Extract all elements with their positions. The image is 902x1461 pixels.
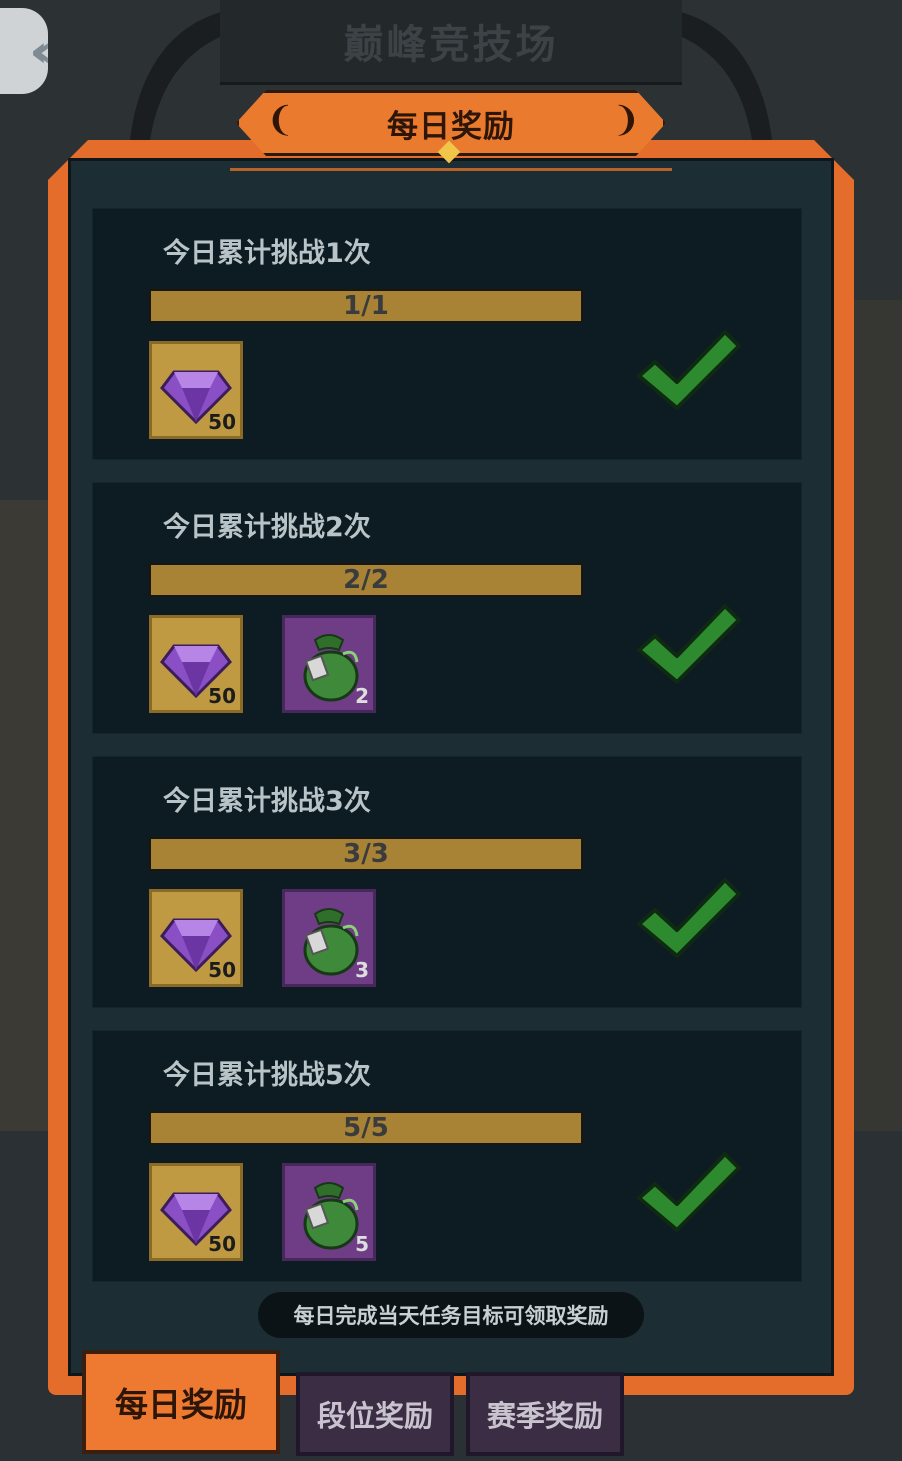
checkmark-icon	[637, 330, 741, 410]
checkmark-icon	[637, 878, 741, 958]
progress-text: 3/3	[343, 839, 389, 869]
chevron-left-icon: ‹‹	[29, 25, 53, 77]
checkmark-icon	[637, 604, 741, 684]
task-card: 今日累计挑战3次 3/3 50 3	[92, 756, 802, 1008]
ribbon-title: 每日奖励	[387, 108, 515, 145]
task-card: 今日累计挑战1次 1/1 50	[92, 208, 802, 460]
ribbon-divider	[230, 168, 672, 171]
reward-quantity: 3	[355, 958, 369, 982]
reward-item[interactable]: 50	[149, 1163, 243, 1261]
task-title: 今日累计挑战5次	[163, 1060, 371, 1091]
tab-rank-rewards[interactable]: 段位奖励	[296, 1372, 454, 1456]
checkmark-icon	[637, 1152, 741, 1232]
tab-daily-rewards[interactable]: 每日奖励	[82, 1350, 280, 1454]
task-title: 今日累计挑战2次	[163, 512, 371, 543]
task-progress-bar: 3/3	[149, 837, 583, 871]
reward-quantity: 5	[355, 1232, 369, 1256]
reward-item[interactable]: 3	[282, 889, 376, 987]
progress-text: 1/1	[343, 291, 389, 321]
progress-text: 5/5	[343, 1113, 389, 1143]
hint-text: 每日完成当天任务目标可领取奖励	[258, 1292, 644, 1338]
reward-item[interactable]: 50	[149, 341, 243, 439]
tab-label: 段位奖励	[316, 1399, 433, 1433]
progress-text: 2/2	[343, 565, 389, 595]
reward-quantity: 50	[208, 958, 236, 982]
reward-quantity: 50	[208, 1232, 236, 1256]
tab-season-rewards[interactable]: 赛季奖励	[466, 1372, 624, 1456]
task-card: 今日累计挑战5次 5/5 50 5	[92, 1030, 802, 1282]
reward-item[interactable]: 50	[149, 615, 243, 713]
tab-label: 每日奖励	[115, 1385, 247, 1424]
reward-item[interactable]: 5	[282, 1163, 376, 1261]
task-progress-bar: 1/1	[149, 289, 583, 323]
reward-quantity: 2	[355, 684, 369, 708]
reward-quantity: 50	[208, 684, 236, 708]
swirl-left-icon: ❨	[266, 100, 295, 140]
task-progress-bar: 5/5	[149, 1111, 583, 1145]
task-title: 今日累计挑战3次	[163, 786, 371, 817]
reward-item[interactable]: 50	[149, 889, 243, 987]
page-title-plate: 巅峰竞技场	[220, 0, 682, 85]
page-title: 巅峰竞技场	[343, 22, 559, 68]
reward-quantity: 50	[208, 410, 236, 434]
task-card: 今日累计挑战2次 2/2 50 2	[92, 482, 802, 734]
reward-item[interactable]: 2	[282, 615, 376, 713]
task-title: 今日累计挑战1次	[163, 238, 371, 269]
swirl-right-icon: ❩	[612, 100, 641, 140]
back-button[interactable]: ‹‹	[0, 8, 53, 94]
task-progress-bar: 2/2	[149, 563, 583, 597]
tab-label: 赛季奖励	[486, 1399, 603, 1433]
